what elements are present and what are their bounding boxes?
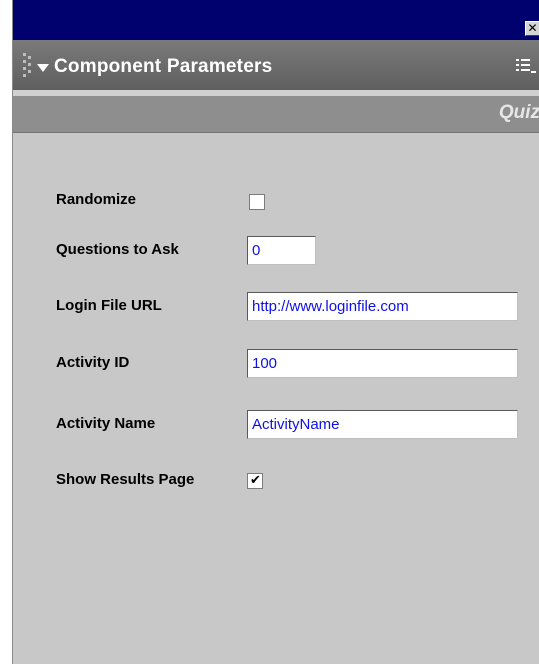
triangle-down-icon[interactable] bbox=[37, 64, 49, 72]
panel-header[interactable]: Component Parameters bbox=[13, 40, 539, 90]
questions-to-ask-field[interactable] bbox=[247, 236, 316, 265]
panel-title: Component Parameters bbox=[54, 56, 273, 77]
show-results-page-label: Show Results Page bbox=[56, 471, 195, 488]
component-name: Quiz bbox=[498, 102, 539, 123]
component-parameters-panel: ✕ Component Parameters Quiz Randomize Qu… bbox=[12, 0, 539, 664]
login-file-url-label: Login File URL bbox=[56, 297, 162, 314]
gripper-icon[interactable] bbox=[23, 53, 31, 79]
activity-name-label: Activity Name bbox=[56, 415, 156, 432]
checkmark-icon: ✔ bbox=[250, 473, 261, 488]
show-results-page-checkbox[interactable]: ✔ bbox=[247, 473, 263, 489]
window-titlebar: ✕ bbox=[13, 0, 539, 40]
randomize-checkbox[interactable] bbox=[249, 194, 265, 210]
login-file-url-field[interactable] bbox=[247, 292, 518, 321]
component-name-bar: Quiz bbox=[13, 96, 539, 133]
panel-options-menu-icon[interactable] bbox=[516, 57, 536, 75]
activity-name-field[interactable] bbox=[247, 410, 518, 439]
randomize-label: Randomize bbox=[56, 191, 137, 208]
close-icon[interactable]: ✕ bbox=[525, 21, 539, 36]
activity-id-field[interactable] bbox=[247, 349, 518, 378]
activity-id-label: Activity ID bbox=[56, 354, 130, 371]
questions-to-ask-label: Questions to Ask bbox=[56, 241, 179, 258]
